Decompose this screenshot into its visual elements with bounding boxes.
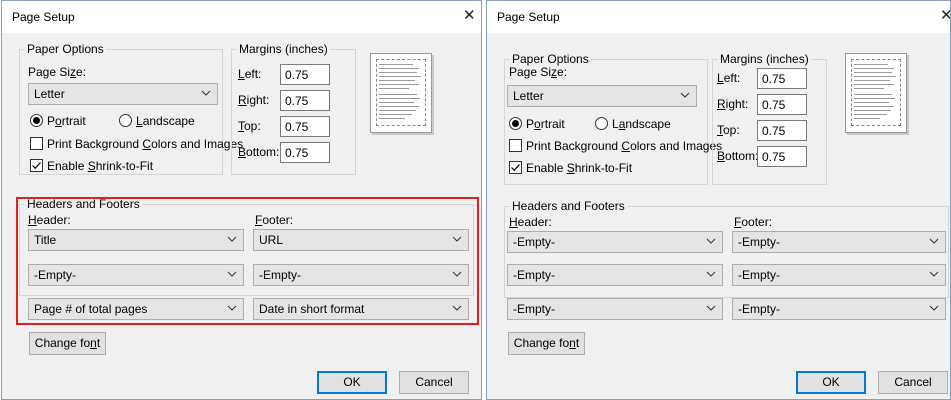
shrink-to-fit-checkbox[interactable] <box>509 161 522 174</box>
page-setup-dialog-left: Page Setup ✕ Paper Options Page Size: Le… <box>1 0 482 400</box>
print-background-checkbox[interactable] <box>30 137 43 150</box>
close-icon[interactable]: ✕ <box>940 7 950 25</box>
paper-options-legend: Paper Options <box>25 42 106 56</box>
chevron-down-icon <box>706 271 716 277</box>
footer-select-1[interactable]: -Empty- <box>732 231 946 253</box>
page-size-select[interactable]: Letter <box>28 83 218 105</box>
page-size-value: Letter <box>513 89 544 103</box>
header-select-3[interactable]: -Empty- <box>507 298 723 320</box>
footer-select-3[interactable]: -Empty- <box>732 298 946 320</box>
page-size-label: Page Size: <box>28 65 87 79</box>
margin-right-label: Right: <box>238 93 270 107</box>
margin-top-label: Top: <box>717 123 740 137</box>
shrink-to-fit-label[interactable]: Enable Shrink-to-Fit <box>47 159 153 173</box>
ok-button[interactable]: OK <box>796 371 866 394</box>
page-size-label: Page Size: <box>509 65 568 79</box>
portrait-label[interactable]: Portrait <box>47 114 86 128</box>
margin-left-label: Left: <box>238 67 262 81</box>
margin-top-input[interactable]: 0.75 <box>280 116 330 137</box>
portrait-label[interactable]: Portrait <box>526 117 565 131</box>
page-preview-image <box>370 53 432 133</box>
margin-bottom-label: Bottom: <box>717 149 759 163</box>
margin-top-input[interactable]: 0.75 <box>757 120 807 141</box>
portrait-radio[interactable] <box>509 117 522 130</box>
chevron-down-icon <box>929 238 939 244</box>
shrink-to-fit-checkbox[interactable] <box>30 159 43 172</box>
cancel-button[interactable]: Cancel <box>878 371 948 394</box>
chevron-down-icon <box>680 92 690 98</box>
margin-right-label: Right: <box>717 97 749 111</box>
change-font-button[interactable]: Change font <box>29 332 106 355</box>
title-bar: Page Setup ✕ <box>2 1 481 33</box>
checkmark-icon <box>32 162 41 170</box>
margins-legend: Margins (inches) <box>237 42 330 56</box>
page-size-select[interactable]: Letter <box>507 85 697 107</box>
ok-button[interactable]: OK <box>317 371 387 394</box>
headers-footers-legend: Headers and Footers <box>510 199 627 213</box>
print-background-checkbox[interactable] <box>509 139 522 152</box>
page-setup-dialog-right: Page Setup ✕ Paper Options Page Size: Le… <box>486 0 951 400</box>
footer-select-2[interactable]: -Empty- <box>732 264 946 286</box>
chevron-down-icon <box>201 90 211 96</box>
change-font-button[interactable]: Change font <box>508 332 585 355</box>
margin-bottom-input[interactable]: 0.75 <box>280 142 330 163</box>
cancel-button[interactable]: Cancel <box>399 371 469 394</box>
print-background-label[interactable]: Print Background Colors and Images <box>526 139 722 153</box>
shrink-to-fit-label[interactable]: Enable Shrink-to-Fit <box>526 161 632 175</box>
landscape-radio[interactable] <box>119 114 132 127</box>
landscape-radio[interactable] <box>595 117 608 130</box>
close-icon[interactable]: ✕ <box>463 7 476 25</box>
landscape-label[interactable]: Landscape <box>612 117 671 131</box>
header-select-1[interactable]: -Empty- <box>507 231 723 253</box>
header-select-2[interactable]: -Empty- <box>507 264 723 286</box>
dialog-title: Page Setup <box>12 10 75 24</box>
print-background-label[interactable]: Print Background Colors and Images <box>47 137 243 151</box>
margin-left-input[interactable]: 0.75 <box>757 68 807 89</box>
margin-top-label: Top: <box>238 119 261 133</box>
margin-bottom-input[interactable]: 0.75 <box>757 146 807 167</box>
page-preview-image <box>845 53 907 133</box>
portrait-radio[interactable] <box>30 114 43 127</box>
highlight-box <box>16 197 479 325</box>
title-bar: Page Setup ✕ <box>487 1 950 33</box>
chevron-down-icon <box>706 238 716 244</box>
page-size-value: Letter <box>34 87 65 101</box>
margin-bottom-label: Bottom: <box>238 145 280 159</box>
chevron-down-icon <box>706 305 716 311</box>
paper-options-legend: Paper Options <box>510 52 591 66</box>
footer-label: Footer: <box>734 215 773 229</box>
checkmark-icon <box>511 164 520 172</box>
margin-left-input[interactable]: 0.75 <box>280 64 330 85</box>
landscape-label[interactable]: Landscape <box>136 114 195 128</box>
margin-right-input[interactable]: 0.75 <box>280 90 330 111</box>
dialog-title: Page Setup <box>497 10 560 24</box>
margin-left-label: Left: <box>717 71 741 85</box>
chevron-down-icon <box>929 271 939 277</box>
chevron-down-icon <box>929 305 939 311</box>
margin-right-input[interactable]: 0.75 <box>757 94 807 115</box>
margins-legend: Margins (inches) <box>718 52 811 66</box>
header-label: Header: <box>509 215 552 229</box>
